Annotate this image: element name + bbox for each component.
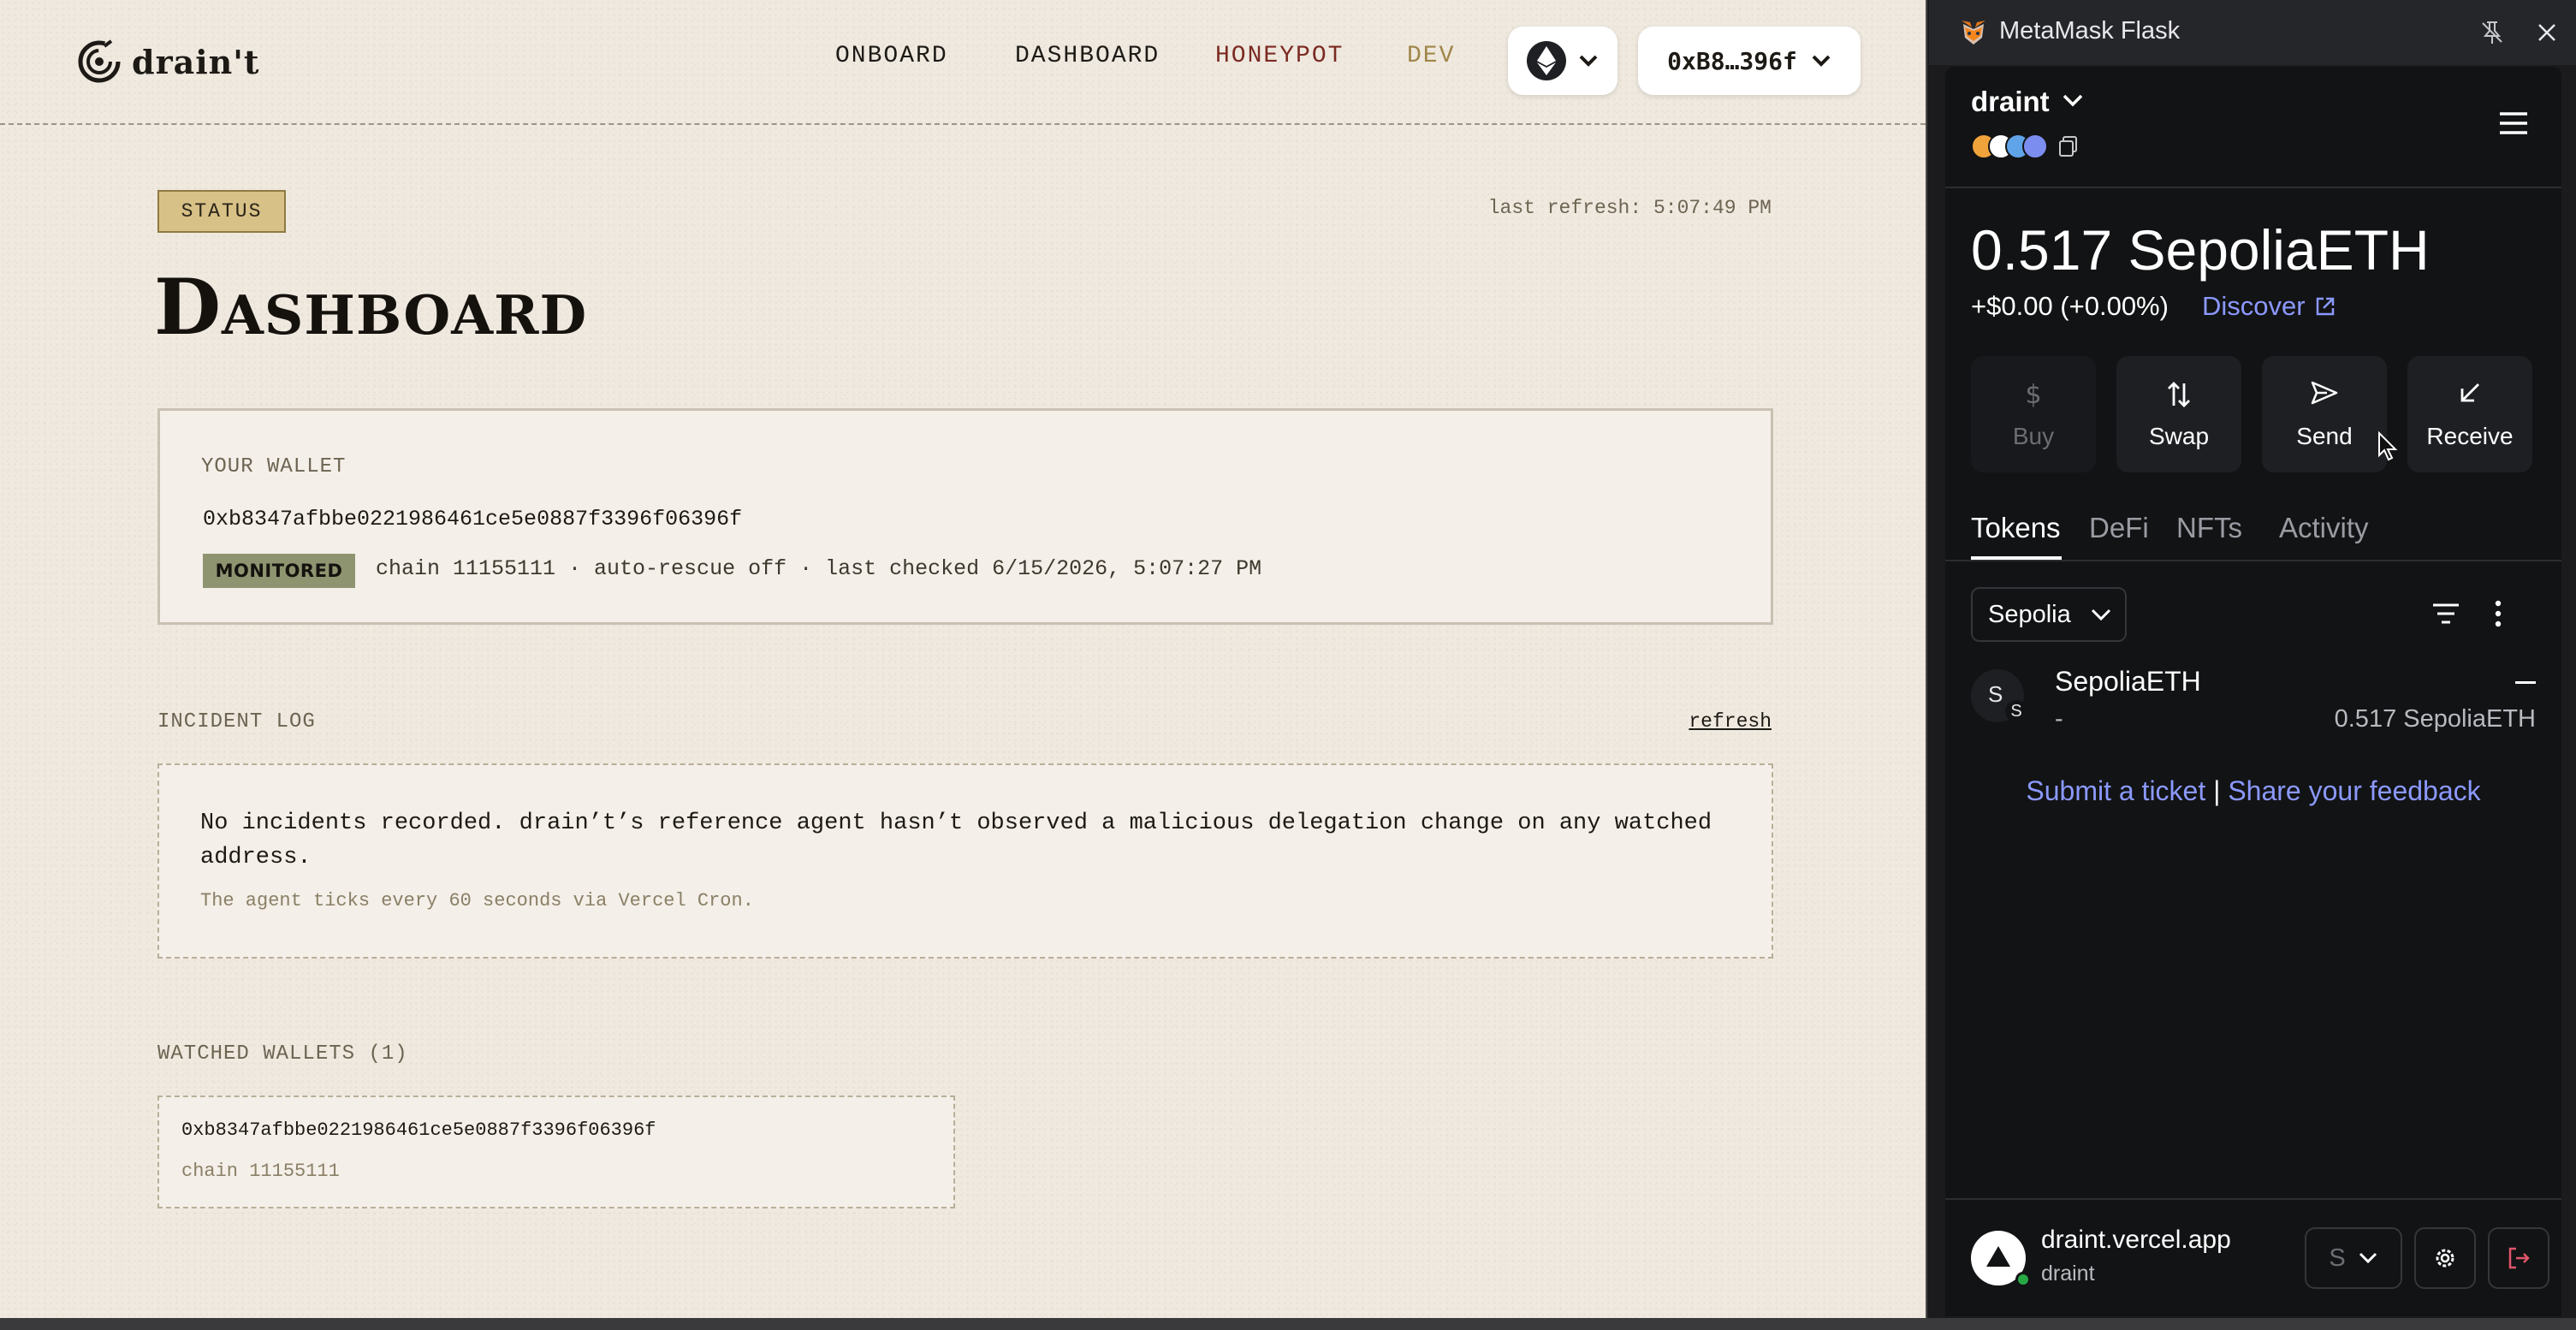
support-links: Submit a ticket | Share your feedback bbox=[1945, 775, 2561, 807]
nav-dev[interactable]: DEV bbox=[1407, 43, 1455, 69]
submit-ticket-link[interactable]: Submit a ticket bbox=[2026, 775, 2205, 806]
chevron-down-icon bbox=[2091, 609, 2110, 621]
chevron-down-icon[interactable] bbox=[2062, 92, 2084, 108]
gear-icon bbox=[2436, 1249, 2454, 1268]
disconnect-button[interactable] bbox=[2488, 1227, 2549, 1289]
copy-icon[interactable] bbox=[2058, 135, 2079, 157]
account-label: 0xB8…396f bbox=[1667, 46, 1797, 75]
watched-wallet-chain: chain 11155111 bbox=[181, 1161, 340, 1182]
watched-wallets-label: WATCHED WALLETS (1) bbox=[157, 1042, 408, 1066]
token-change: - bbox=[2055, 705, 2063, 733]
account-permission-label: S bbox=[2329, 1244, 2346, 1272]
buy-label: Buy bbox=[2012, 423, 2055, 449]
external-link-icon bbox=[2316, 297, 2334, 316]
svg-text:$: $ bbox=[2025, 380, 2041, 409]
buy-button[interactable]: $ Buy bbox=[1971, 356, 2096, 472]
connected-status-dot bbox=[2015, 1272, 2031, 1287]
divider bbox=[1945, 560, 2561, 561]
send-icon bbox=[2311, 381, 2338, 405]
wallet-meta: chain 11155111 · auto-rescue off · last … bbox=[376, 556, 1262, 581]
network-filter-label: Sepolia bbox=[1988, 600, 2071, 628]
metamask-panel: draint 0.517 SepoliaETH +$0.00 (+0.00%) … bbox=[1945, 67, 2561, 1316]
chevron-down-icon bbox=[2359, 1252, 2377, 1264]
token-avatar: S S bbox=[1971, 669, 2027, 722]
metamask-window-title: MetaMask Flask bbox=[1999, 17, 2181, 45]
discover-link[interactable]: Discover bbox=[2202, 291, 2336, 322]
chevron-down-icon bbox=[1812, 55, 1831, 67]
account-permission-select[interactable]: S bbox=[2305, 1227, 2402, 1289]
swap-icon bbox=[2168, 382, 2190, 407]
token-fiat-value bbox=[2515, 681, 2536, 684]
tab-activity[interactable]: Activity bbox=[2279, 512, 2369, 544]
nav-honeypot[interactable]: HONEYPOT bbox=[1215, 43, 1344, 69]
page-title: Dashboard bbox=[154, 262, 588, 353]
refresh-link[interactable]: refresh bbox=[1689, 710, 1772, 733]
wallet-card: YOUR WALLET 0xb8347afbbe0221986461ce5e08… bbox=[157, 408, 1773, 625]
network-avatar: S bbox=[2005, 700, 2027, 722]
window-bottom-edge bbox=[0, 1318, 2576, 1330]
network-icons[interactable] bbox=[1971, 134, 2079, 159]
balance-change: +$0.00 (+0.00%) bbox=[1971, 291, 2169, 321]
tab-nfts[interactable]: NFTs bbox=[2176, 512, 2242, 544]
incident-box: No incidents recorded. drain’t’s referen… bbox=[157, 763, 1773, 959]
balance: 0.517 SepoliaETH bbox=[1971, 218, 2430, 282]
token-avatar-letter: S bbox=[1988, 681, 2003, 707]
metamask-fox-icon bbox=[1962, 21, 1985, 45]
token-row[interactable]: S S SepoliaETH - 0.517 SepoliaETH bbox=[1945, 657, 2561, 751]
filter-icon[interactable] bbox=[2431, 603, 2460, 625]
metamask-titlebar: MetaMask Flask bbox=[1929, 0, 2576, 65]
tab-defi[interactable]: DeFi bbox=[2089, 512, 2149, 544]
swap-button[interactable]: Swap bbox=[2116, 356, 2241, 472]
chain-selector[interactable] bbox=[1508, 27, 1617, 95]
mouse-cursor-icon bbox=[2378, 431, 2398, 461]
incident-log-label: INCIDENT LOG bbox=[157, 710, 316, 733]
logo[interactable]: drain't bbox=[77, 32, 259, 98]
watched-wallet-item: 0xb8347afbbe0221986461ce5e0887f3396f0639… bbox=[157, 1095, 955, 1208]
nav-onboard[interactable]: ONBOARD bbox=[835, 43, 948, 69]
menu-icon[interactable] bbox=[2498, 111, 2529, 135]
share-feedback-link[interactable]: Share your feedback bbox=[2228, 775, 2480, 806]
last-refresh: last refresh: 5:07:49 PM bbox=[1487, 197, 1772, 219]
connected-site-domain: draint.vercel.app bbox=[2041, 1226, 2231, 1254]
logo-text: drain't bbox=[132, 32, 259, 98]
unpin-icon[interactable] bbox=[2478, 19, 2506, 46]
ethereum-icon bbox=[1527, 41, 1566, 80]
divider bbox=[1945, 1198, 2561, 1200]
dollar-icon: $ bbox=[2025, 380, 2041, 409]
divider bbox=[1945, 187, 2561, 188]
dapp-window: drain't ONBOARD DASHBOARD HONEYPOT DEV 0… bbox=[0, 0, 1927, 1318]
wallet-card-label: YOUR WALLET bbox=[201, 455, 347, 478]
nav-dashboard[interactable]: DASHBOARD bbox=[1015, 43, 1160, 69]
separator: | bbox=[2213, 775, 2221, 806]
close-icon[interactable] bbox=[2533, 19, 2561, 46]
account-name[interactable]: draint bbox=[1971, 86, 2050, 118]
network-filter-select[interactable]: Sepolia bbox=[1971, 587, 2127, 642]
send-button[interactable]: Send bbox=[2262, 356, 2387, 472]
receive-button[interactable]: Receive bbox=[2407, 356, 2532, 472]
watched-wallet-address: 0xb8347afbbe0221986461ce5e0887f3396f0639… bbox=[181, 1119, 656, 1141]
more-options-icon[interactable] bbox=[2493, 599, 2503, 628]
swap-label: Swap bbox=[2148, 423, 2210, 449]
token-amount: 0.517 SepoliaETH bbox=[2334, 705, 2536, 733]
status-tag: STATUS bbox=[157, 190, 286, 233]
site-settings-button[interactable] bbox=[2414, 1227, 2476, 1289]
send-label: Send bbox=[2296, 423, 2353, 449]
logo-icon bbox=[78, 39, 121, 83]
status-badge: MONITORED bbox=[203, 554, 355, 588]
receive-label: Receive bbox=[2426, 423, 2514, 449]
wallet-address: 0xb8347afbbe0221986461ce5e0887f3396f0639… bbox=[203, 507, 743, 531]
incident-message: No incidents recorded. drain’t’s referen… bbox=[200, 810, 1712, 870]
connected-site-account: draint bbox=[2041, 1262, 2095, 1285]
top-nav: drain't ONBOARD DASHBOARD HONEYPOT DEV 0… bbox=[0, 0, 1926, 125]
receive-icon bbox=[2460, 383, 2479, 402]
tab-tokens[interactable]: Tokens bbox=[1971, 512, 2061, 544]
ethereum-icon bbox=[2022, 134, 2048, 159]
disconnect-icon bbox=[2508, 1247, 2530, 1269]
account-button[interactable]: 0xB8…396f bbox=[1638, 27, 1861, 95]
token-name: SepoliaETH bbox=[2055, 666, 2201, 697]
incident-subtext: The agent ticks every 60 seconds via Ver… bbox=[200, 890, 754, 911]
chevron-down-icon bbox=[1579, 55, 1598, 67]
discover-label: Discover bbox=[2202, 291, 2306, 321]
